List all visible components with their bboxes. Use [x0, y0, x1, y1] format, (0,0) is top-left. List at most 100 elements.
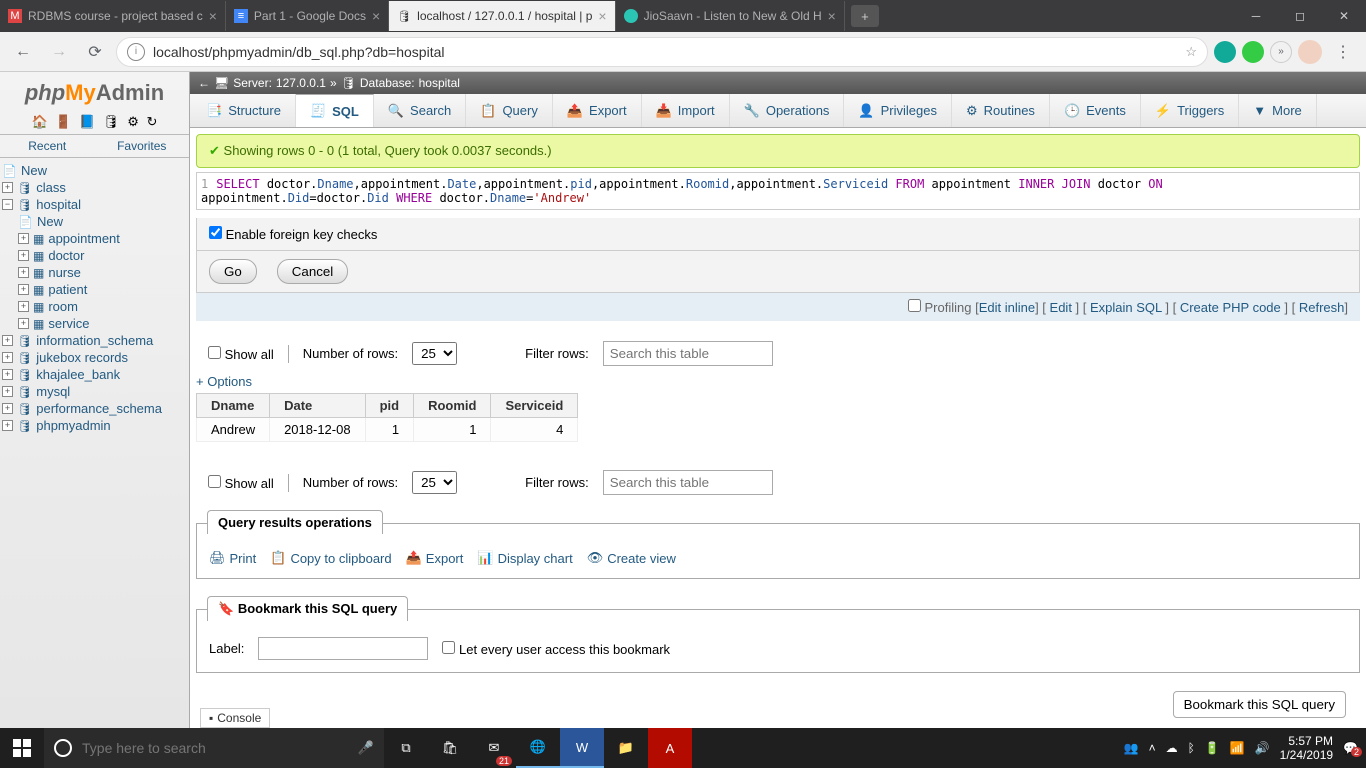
close-icon[interactable]: ×	[209, 8, 217, 24]
col-header[interactable]: Date	[270, 394, 366, 418]
table-row[interactable]: Andrew 2018-12-08 1 1 4	[197, 418, 578, 442]
view-link[interactable]: 👁Create view	[587, 550, 676, 566]
create-php-link[interactable]: Create PHP code	[1180, 300, 1281, 315]
sql-icon[interactable]: 🛢	[103, 114, 120, 129]
back-button[interactable]: ←	[8, 37, 38, 67]
task-adobe[interactable]: A	[648, 728, 692, 768]
battery-icon[interactable]: 🔋	[1205, 741, 1220, 755]
tab-events[interactable]: 🕒Events	[1050, 94, 1141, 127]
explain-link[interactable]: Explain SQL	[1090, 300, 1162, 315]
favorites-tab[interactable]: Favorites	[95, 135, 190, 157]
new-tab-button[interactable]: +	[851, 5, 879, 27]
browser-tab-0[interactable]: M RDBMS course - project based c ×	[0, 1, 226, 31]
tab-structure[interactable]: 📑Structure	[192, 94, 296, 127]
window-minimize[interactable]: ─	[1234, 0, 1278, 32]
browser-tab-2[interactable]: 🛢 localhost / 127.0.0.1 / hospital | p ×	[389, 1, 615, 31]
tab-search[interactable]: 🔍Search	[374, 94, 466, 127]
collapse-sidebar-icon[interactable]: ←	[198, 76, 210, 90]
tree-new-table[interactable]: 📄New	[2, 213, 187, 230]
volume-icon[interactable]: 🔊	[1255, 741, 1270, 755]
tree-new[interactable]: 📄New	[2, 162, 187, 179]
home-icon[interactable]: 🏠	[32, 114, 48, 129]
window-close[interactable]: ✕	[1322, 0, 1366, 32]
go-button[interactable]: Go	[209, 259, 257, 284]
copy-link[interactable]: 📋Copy to clipboard	[270, 550, 391, 566]
tree-db-mysql[interactable]: +🛢mysql	[2, 383, 187, 400]
reload-icon[interactable]: ↻	[146, 114, 157, 129]
recent-tab[interactable]: Recent	[0, 135, 95, 157]
docs-icon[interactable]: 📘	[79, 114, 95, 129]
tree-db-jukebox[interactable]: +🛢jukebox records	[2, 349, 187, 366]
expand-icon[interactable]: +	[2, 352, 13, 363]
wifi-icon[interactable]: 📶	[1230, 741, 1245, 755]
extension-icon-1[interactable]	[1214, 41, 1236, 63]
task-mail[interactable]: ✉21	[472, 728, 516, 768]
browser-tab-1[interactable]: ≡ Part 1 - Google Docs ×	[226, 1, 389, 31]
tree-table-appointment[interactable]: +▦appointment	[2, 230, 187, 247]
tab-import[interactable]: 📥Import	[642, 94, 730, 127]
star-icon[interactable]: ☆	[1185, 44, 1197, 60]
filter-input[interactable]	[603, 470, 773, 495]
close-icon[interactable]: ×	[372, 8, 380, 24]
expand-icon[interactable]: +	[2, 403, 13, 414]
expand-icon[interactable]: +	[2, 182, 13, 193]
tab-sql[interactable]: 🧾SQL	[296, 94, 374, 127]
show-all-checkbox[interactable]	[208, 475, 221, 488]
taskbar-search-input[interactable]	[82, 740, 348, 756]
forward-button[interactable]: →	[44, 37, 74, 67]
task-view-button[interactable]: ⧉	[384, 728, 428, 768]
extension-icon-2[interactable]	[1242, 41, 1264, 63]
tab-export[interactable]: 📤Export	[553, 94, 642, 127]
expand-icon[interactable]: +	[18, 284, 29, 295]
tree-table-patient[interactable]: +▦patient	[2, 281, 187, 298]
tree-db-perf-schema[interactable]: +🛢performance_schema	[2, 400, 187, 417]
tree-db-khajalee[interactable]: +🛢khajalee_bank	[2, 366, 187, 383]
filter-input[interactable]	[603, 341, 773, 366]
show-all-label[interactable]: Show all	[208, 346, 274, 362]
expand-icon[interactable]: +	[18, 301, 29, 312]
expand-icon[interactable]: +	[2, 386, 13, 397]
site-info-icon[interactable]: i	[127, 43, 145, 61]
task-explorer[interactable]: 📁	[604, 728, 648, 768]
profile-avatar[interactable]	[1298, 40, 1322, 64]
people-icon[interactable]: 👥	[1124, 741, 1139, 755]
settings-icon[interactable]: ⚙	[127, 114, 139, 129]
browser-tab-3[interactable]: JioSaavn - Listen to New & Old H ×	[616, 1, 845, 31]
fk-checkbox[interactable]	[209, 226, 222, 239]
share-checkbox[interactable]	[442, 641, 455, 654]
col-header[interactable]: Serviceid	[491, 394, 578, 418]
task-store[interactable]: 🛍	[428, 728, 472, 768]
close-icon[interactable]: ×	[598, 8, 606, 24]
console-toggle[interactable]: ▪ Console	[200, 708, 270, 728]
tab-routines[interactable]: ⚙Routines	[952, 94, 1050, 127]
task-word[interactable]: W	[560, 728, 604, 768]
start-button[interactable]	[0, 728, 44, 768]
profiling-checkbox[interactable]	[908, 299, 921, 312]
tab-more[interactable]: ▼More	[1239, 94, 1317, 127]
expand-icon[interactable]: −	[2, 199, 13, 210]
sql-textarea[interactable]: 1SELECT doctor.Dname,appointment.Date,ap…	[196, 172, 1360, 210]
tree-table-service[interactable]: +▦service	[2, 315, 187, 332]
expand-icon[interactable]: +	[2, 369, 13, 380]
expand-icon[interactable]: +	[18, 267, 29, 278]
cortana-icon[interactable]	[54, 739, 72, 757]
taskbar-clock[interactable]: 5:57 PM 1/24/2019	[1280, 734, 1333, 763]
refresh-link[interactable]: Refresh	[1299, 300, 1345, 315]
show-all-checkbox[interactable]	[208, 346, 221, 359]
bookmark-input[interactable]	[258, 637, 428, 660]
logout-icon[interactable]: 🚪	[55, 114, 71, 129]
mic-icon[interactable]: 🎤	[358, 740, 374, 756]
rows-select[interactable]: 25	[412, 471, 457, 494]
col-header[interactable]: Roomid	[414, 394, 491, 418]
expand-icon[interactable]: +	[2, 335, 13, 346]
tree-db-phpmyadmin[interactable]: +🛢phpmyadmin	[2, 417, 187, 434]
tab-triggers[interactable]: ⚡Triggers	[1141, 94, 1239, 127]
edit-link[interactable]: Edit	[1050, 300, 1072, 315]
show-all-label[interactable]: Show all	[208, 475, 274, 491]
server-value[interactable]: 127.0.0.1	[276, 76, 326, 90]
tree-table-nurse[interactable]: +▦nurse	[2, 264, 187, 281]
cancel-button[interactable]: Cancel	[277, 259, 349, 284]
chrome-menu[interactable]: ⋮	[1328, 37, 1358, 67]
tree-db-class[interactable]: +🛢class	[2, 179, 187, 196]
export-link[interactable]: 📤Export	[406, 550, 464, 566]
